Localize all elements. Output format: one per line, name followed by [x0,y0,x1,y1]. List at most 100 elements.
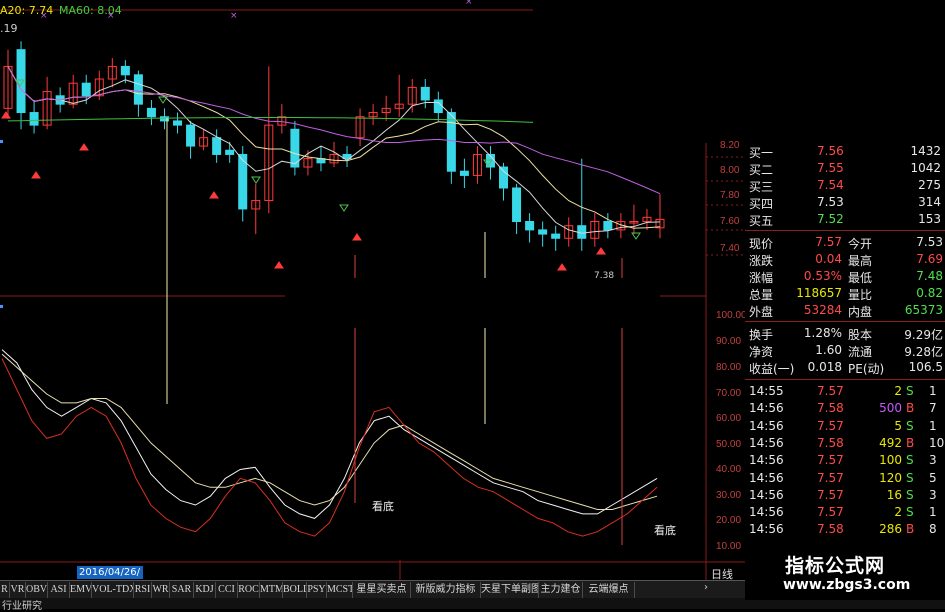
bid-row: 买五 7.52 153 [745,212,945,229]
bid-row: 买二 7.55 1042 [745,161,945,178]
tick-row: 14:56 7.57 2 S 1 [745,505,945,522]
buy-signal-arrow-down [251,176,261,184]
tab-indicator[interactable]: PSY [307,582,327,598]
tick-price: 7.58 [817,401,844,416]
quote-divider [745,321,945,322]
bid-label: 买三 [749,180,774,194]
tick-volume: 2 [894,505,902,520]
stat-value: 118657 [796,286,842,300]
stat-label: 现价 [749,237,774,251]
candle-body [603,221,613,231]
tab-indicator[interactable]: EMV [70,582,92,598]
top-marker: × [230,11,238,21]
tick-row: 14:56 7.58 286 B 8 [745,522,945,539]
candle-body [225,149,235,155]
tab-indicator[interactable]: VR [10,582,26,598]
tick-count: 7 [929,401,937,416]
fund-label: 股本 [848,328,873,342]
candle-body [173,120,183,126]
price-scale-label: 7.60 [720,216,740,227]
tick-side: B [906,401,915,416]
fund-label: 换手 [749,328,774,342]
fund-row: 换手 1.28% 股本 9.29亿 [745,326,945,343]
tick-time: 14:56 [749,505,784,520]
price-scale-label: 8.00 [720,165,740,176]
fund-value: 106.5 [908,360,943,374]
tab-indicator[interactable]: 主力建仓 [539,582,583,598]
tab-indicator[interactable]: ROC [238,582,260,598]
tab-indicator[interactable]: RSI [134,582,152,598]
tab-indicator[interactable]: VOL-TDX [92,582,134,598]
fund-value: 0.018 [807,360,842,374]
tab-indicator[interactable]: WR [152,582,170,598]
watermark-url: www.zbgs3.com [783,577,911,593]
tick-price: 7.57 [817,505,844,520]
stat-label: 最低 [848,271,873,285]
buy-signal-arrow-down [158,96,168,104]
tab-indicator[interactable]: R [0,582,10,598]
tick-volume: 16 [886,487,902,502]
tab-indicator[interactable]: CCI [216,582,238,598]
tick-row: 14:56 7.57 16 S 3 [745,488,945,505]
quote-divider [745,379,945,380]
candle-body [433,99,443,114]
tab-scroll-right-icon[interactable]: › [704,582,708,593]
tick-side: S [906,453,914,468]
fund-label: 流通 [848,345,873,359]
candle-body [212,137,222,155]
stat-row: 外盘 53284 内盘 65373 [745,303,945,320]
tab-indicator[interactable]: BOLL [283,582,307,598]
top-marker: × [465,0,473,7]
bottom-annotation-right: 看底 [654,524,676,537]
indicator-scale-label: 70.00 [716,388,742,399]
stat-value: 7.48 [916,269,943,283]
tab-indicator[interactable]: 云端爆点 [583,582,635,598]
tick-volume: 500 [879,401,902,416]
sell-signal-arrow-up [79,143,89,151]
indicator-scale-label: 90.00 [716,336,742,347]
tick-volume: 5 [894,418,902,433]
indicator-line-white [1,349,658,519]
bid-volume: 1432 [910,144,941,158]
indicator-scale-label: 50.00 [716,439,742,450]
tab-nav: › [700,580,745,599]
bid-label: 买五 [749,214,774,228]
sell-signal-arrow-up [209,191,219,199]
candle-body [81,82,91,97]
tick-price: 7.57 [817,384,844,398]
tick-row: 14:56 7.57 120 S 5 [745,471,945,488]
tab-indicator[interactable]: MCST [327,582,353,598]
tab-indicator[interactable]: KDJ [194,582,216,598]
tick-volume: 492 [879,435,902,450]
stat-value: 0.04 [815,252,842,266]
tab-indicator[interactable]: SAR [170,582,194,598]
tick-time: 14:56 [749,522,784,537]
tick-count: 3 [929,487,937,502]
redaction-top-right [533,0,945,143]
date-label: 2016/04/26/二 [77,566,143,591]
tab-indicator[interactable]: MTM [260,582,283,598]
buy-signal-arrow-down [339,204,349,212]
sell-signal-arrow-up [1,111,11,119]
tab-indicator[interactable]: ASI [48,582,70,598]
price-scale-label: 7.40 [720,243,740,254]
tab-indicator[interactable]: OBV [26,582,48,598]
tick-side: S [906,505,914,520]
tick-price: 7.57 [817,453,844,468]
bid-row: 买四 7.53 314 [745,195,945,212]
tab-indicator[interactable]: 星星买卖点 [353,582,411,598]
tick-count: 1 [929,418,937,433]
redaction-middle [285,278,660,328]
bid-row: 买一 7.56 1432 [745,144,945,161]
candle-body [133,74,143,105]
tab-indicator[interactable]: 天星下单副图 [481,582,539,598]
stat-label: 涨幅 [749,271,774,285]
indicator-tab-bar: R VR OBV ASI EMV VOL-TDX RSI WR SAR KDJ CCI ROC MTM B… [0,580,700,599]
tick-time: 14:56 [749,470,784,485]
tick-volume: 286 [879,522,902,537]
tab-indicator[interactable]: 新版威力指标 [411,582,481,598]
fund-label: 净资 [749,345,774,359]
candle-body [551,233,561,239]
candle-body [420,86,430,101]
tick-volume: 2 [894,384,902,398]
